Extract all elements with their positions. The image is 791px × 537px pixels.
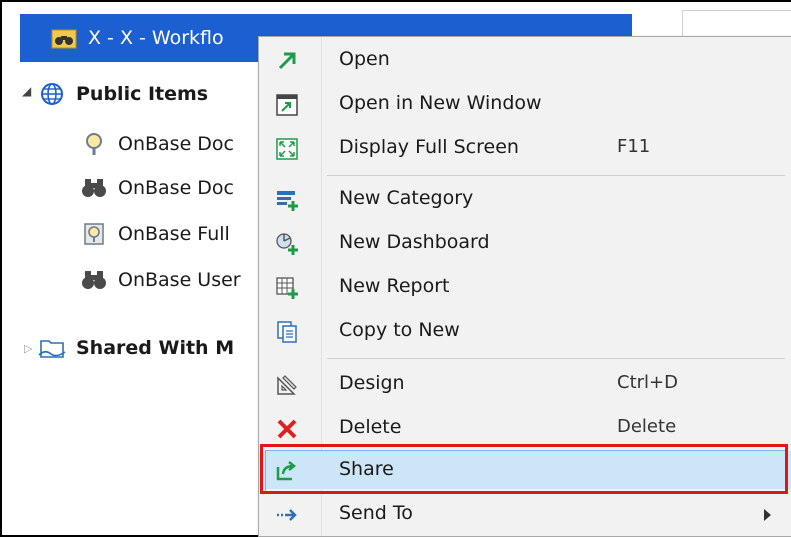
menu-item-label: Send To	[339, 502, 413, 524]
menu-item-shortcut: Delete	[617, 416, 677, 437]
send-to-icon	[273, 501, 301, 529]
menu-item-send-to[interactable]: Send To	[259, 493, 791, 536]
search-document-icon	[80, 220, 108, 248]
menu-item-open[interactable]: Open	[259, 39, 791, 83]
menu-separator	[327, 358, 785, 359]
new-category-icon	[273, 186, 301, 214]
menu-item-label: Open	[339, 48, 390, 70]
menu-item-label: Copy to New	[339, 319, 460, 341]
tree-item-onbase-3[interactable]: OnBase Full	[80, 214, 230, 254]
menu-item-open-new-window[interactable]: Open in New Window	[259, 83, 791, 127]
menu-item-label: New Dashboard	[339, 231, 490, 253]
new-report-icon	[273, 274, 301, 302]
submenu-arrow-icon	[764, 509, 771, 521]
menu-item-label: New Category	[339, 187, 474, 209]
tree-item-onbase-2[interactable]: OnBase Doc	[80, 168, 234, 208]
globe-icon	[38, 80, 66, 108]
menu-item-design[interactable]: Design Ctrl+D	[259, 363, 791, 407]
tree-item-shared-with-me[interactable]: Shared With M	[38, 328, 234, 368]
tree-item-label: OnBase User	[118, 269, 241, 291]
tree-item-workflow[interactable]: X - X - Workflo	[50, 18, 224, 58]
new-dashboard-icon	[273, 230, 301, 258]
shared-folder-icon	[38, 334, 66, 362]
open-arrow-icon	[273, 47, 301, 75]
binoculars-folder-icon	[50, 24, 78, 52]
tree-item-label: X - X - Workflo	[88, 27, 224, 49]
tree-item-label: Public Items	[76, 83, 209, 105]
tree-item-onbase-4[interactable]: OnBase User	[80, 260, 241, 300]
expand-arrow-icon[interactable]: ◢	[22, 84, 31, 98]
menu-item-label: Display Full Screen	[339, 136, 519, 158]
tree-item-label: OnBase Full	[118, 223, 230, 245]
menu-item-label: Design	[339, 372, 405, 394]
new-window-icon	[273, 91, 301, 119]
tree-item-label: OnBase Doc	[118, 133, 235, 155]
share-highlight-box	[260, 444, 788, 494]
menu-item-copy-to-new[interactable]: Copy to New	[259, 310, 791, 354]
tree-item-label: Shared With M	[76, 337, 235, 359]
menu-item-shortcut: Ctrl+D	[617, 372, 678, 393]
menu-separator	[327, 175, 785, 176]
menu-item-shortcut: F11	[617, 136, 651, 157]
delete-icon	[273, 415, 301, 443]
menu-item-label: New Report	[339, 275, 450, 297]
menu-item-new-dashboard[interactable]: New Dashboard	[259, 222, 791, 266]
collapsed-arrow-icon[interactable]: ▷	[24, 342, 32, 355]
tree-item-label: OnBase Doc	[118, 177, 235, 199]
tree-item-public-items[interactable]: Public Items	[38, 74, 208, 114]
tree-item-onbase-1[interactable]: OnBase Doc	[80, 124, 234, 164]
menu-item-new-category[interactable]: New Category	[259, 178, 791, 222]
magnifier-icon	[80, 130, 108, 158]
menu-item-label: Open in New Window	[339, 92, 542, 114]
copy-icon	[273, 318, 301, 346]
binoculars-icon	[80, 266, 108, 294]
design-icon	[273, 371, 301, 399]
menu-item-label: Delete	[339, 416, 402, 438]
binoculars-icon	[80, 174, 108, 202]
full-screen-icon	[273, 135, 301, 163]
menu-item-display-full-screen[interactable]: Display Full Screen F11	[259, 127, 791, 171]
menu-item-new-report[interactable]: New Report	[259, 266, 791, 310]
